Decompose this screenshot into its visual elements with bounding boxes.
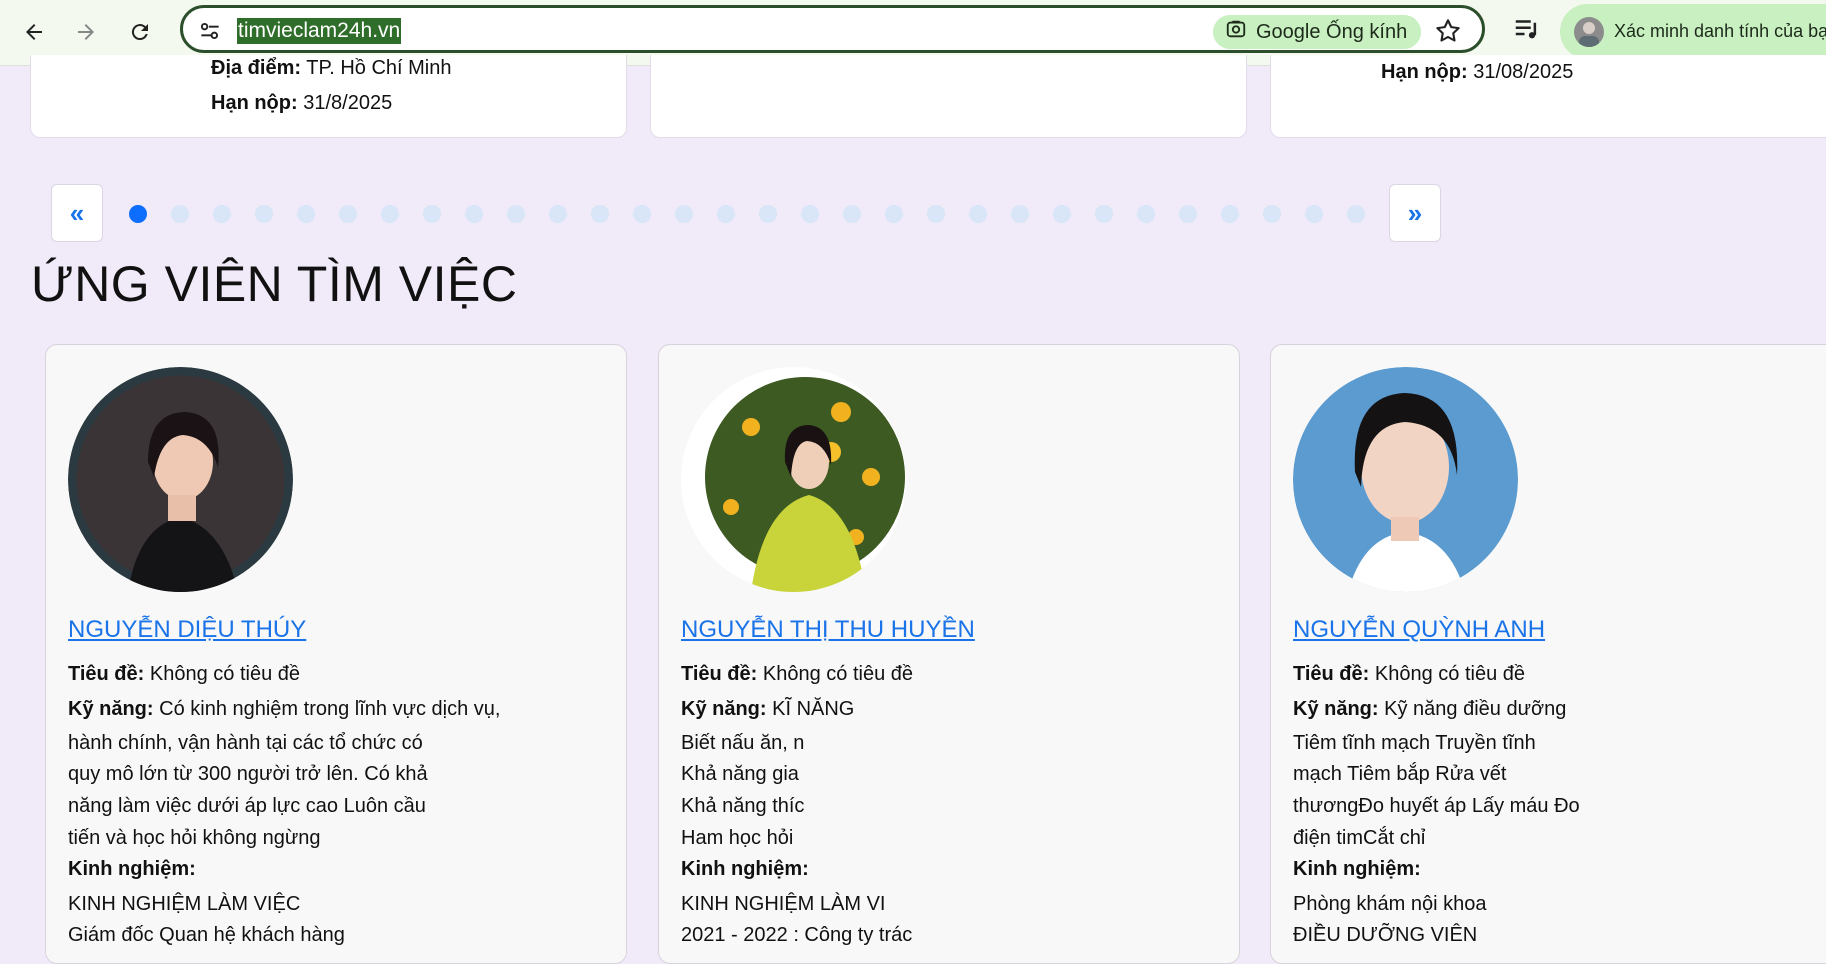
candidate-name-link[interactable]: NGUYỄN THỊ THU HUYỀN bbox=[681, 616, 975, 644]
url-text[interactable]: timvieclam24h.vn bbox=[237, 18, 402, 44]
candidate-name-link[interactable]: NGUYỄN DIỆU THÚY bbox=[68, 616, 306, 644]
site-settings-icon[interactable] bbox=[197, 18, 223, 49]
profile-label: Xác minh danh tính của bạ bbox=[1614, 21, 1826, 41]
lens-label: Google Ống kính bbox=[1256, 20, 1408, 43]
job-deadline: Hạn nộp: 31/8/2025 bbox=[211, 92, 393, 114]
candidate-title: Tiêu đề: Không có tiêu đề bbox=[68, 663, 300, 685]
exp-line: Giám đốc Quan hệ khách hàng bbox=[68, 924, 345, 946]
skill-line: Ham học hỏi bbox=[681, 827, 794, 849]
candidate-card: NGUYỄN THỊ THU HUYỀN Tiêu đề: Không có t… bbox=[658, 344, 1240, 964]
carousel-next-button[interactable]: » bbox=[1389, 184, 1441, 242]
job-deadline: Hạn nộp: 31/08/2025 bbox=[1381, 61, 1574, 83]
candidate-avatar[interactable] bbox=[681, 367, 906, 592]
carousel-dot[interactable] bbox=[1221, 205, 1239, 223]
carousel-dot[interactable] bbox=[843, 205, 861, 223]
carousel-dot[interactable] bbox=[969, 205, 987, 223]
carousel-dot[interactable] bbox=[213, 205, 231, 223]
skill-line: Tiêm tĩnh mạch Truyền tĩnh bbox=[1293, 732, 1536, 754]
carousel-dot[interactable] bbox=[171, 205, 189, 223]
carousel-dot[interactable] bbox=[549, 205, 567, 223]
candidate-card: NGUYỄN QUỲNH ANH Tiêu đề: Không có tiêu … bbox=[1270, 344, 1826, 964]
carousel-dot[interactable] bbox=[339, 205, 357, 223]
candidate-skills: Kỹ năng: Kỹ năng điều dưỡng bbox=[1293, 698, 1567, 720]
carousel-dot[interactable] bbox=[675, 205, 693, 223]
candidate-exp-label: Kinh nghiệm: bbox=[68, 858, 196, 880]
section-title: ỨNG VIÊN TÌM VIỆC bbox=[31, 256, 518, 312]
carousel-dot[interactable] bbox=[717, 205, 735, 223]
skill-line: điện timCắt chỉ bbox=[1293, 827, 1426, 849]
candidate-avatar[interactable] bbox=[68, 367, 293, 592]
carousel-dot[interactable] bbox=[507, 205, 525, 223]
lens-icon bbox=[1225, 18, 1247, 46]
google-lens-button[interactable]: Google Ống kính bbox=[1213, 15, 1422, 49]
candidate-title: Tiêu đề: Không có tiêu đề bbox=[681, 663, 913, 685]
skill-line: quy mô lớn từ 300 người trở lên. Có khả bbox=[68, 763, 428, 785]
candidate-card: NGUYỄN DIỆU THÚY Tiêu đề: Không có tiêu … bbox=[45, 344, 627, 964]
carousel-dot[interactable] bbox=[465, 205, 483, 223]
carousel-dot[interactable] bbox=[423, 205, 441, 223]
carousel-dot[interactable] bbox=[1011, 205, 1029, 223]
skill-line: hành chính, vận hành tại các tổ chức có bbox=[68, 732, 423, 754]
profile-button[interactable]: Xác minh danh tính của bạ bbox=[1560, 4, 1826, 59]
reload-icon[interactable] bbox=[122, 14, 158, 50]
exp-line: ĐIỀU DƯỠNG VIÊN bbox=[1293, 924, 1478, 946]
carousel-dot[interactable] bbox=[927, 205, 945, 223]
carousel-dot[interactable] bbox=[1053, 205, 1071, 223]
skill-line: tiến và học hỏi không ngừng bbox=[68, 827, 321, 849]
candidate-title: Tiêu đề: Không có tiêu đề bbox=[1293, 663, 1525, 685]
skill-line: thươngĐo huyết áp Lấy máu Đo bbox=[1293, 795, 1580, 817]
carousel-dot[interactable] bbox=[1347, 205, 1365, 223]
skill-line: Biết nấu ăn, n bbox=[681, 732, 805, 754]
forward-icon[interactable] bbox=[68, 14, 104, 50]
candidate-skills: Kỹ năng: KĨ NĂNG bbox=[681, 698, 855, 720]
carousel-dot[interactable] bbox=[255, 205, 273, 223]
carousel-dot[interactable] bbox=[885, 205, 903, 223]
exp-line: KINH NGHIỆM LÀM VI bbox=[681, 893, 886, 915]
carousel-dot[interactable] bbox=[591, 205, 609, 223]
carousel-dot[interactable] bbox=[297, 205, 315, 223]
carousel-dot[interactable] bbox=[1263, 205, 1281, 223]
job-card[interactable]: Địa điểm: TP. Hồ Chí Minh Hạn nộp: 31/8/… bbox=[30, 55, 627, 138]
candidate-exp-label: Kinh nghiệm: bbox=[681, 858, 809, 880]
carousel-dot[interactable] bbox=[381, 205, 399, 223]
candidate-exp-label: Kinh nghiệm: bbox=[1293, 858, 1421, 880]
skill-line: mạch Tiêm bắp Rửa vết bbox=[1293, 763, 1507, 785]
skill-line: Khả năng gia bbox=[681, 763, 799, 785]
exp-line: Phòng khám nội khoa bbox=[1293, 893, 1487, 915]
candidate-name-link[interactable]: NGUYỄN QUỲNH ANH bbox=[1293, 616, 1545, 644]
carousel-dot[interactable] bbox=[633, 205, 651, 223]
candidate-avatar[interactable] bbox=[1293, 367, 1518, 592]
job-card[interactable]: Hạn nộp: 31/08/2025 bbox=[1270, 55, 1826, 138]
exp-line: KINH NGHIỆM LÀM VIỆC bbox=[68, 893, 301, 915]
carousel-prev-button[interactable]: « bbox=[51, 184, 103, 242]
profile-avatar-icon bbox=[1574, 16, 1604, 47]
back-icon[interactable] bbox=[16, 14, 52, 50]
job-card[interactable] bbox=[650, 55, 1247, 138]
job-location: Địa điểm: TP. Hồ Chí Minh bbox=[211, 57, 452, 79]
carousel-dot[interactable] bbox=[1137, 205, 1155, 223]
carousel-dot[interactable] bbox=[129, 205, 147, 223]
media-control-icon[interactable] bbox=[1512, 14, 1548, 50]
carousel-dot[interactable] bbox=[801, 205, 819, 223]
carousel-dot[interactable] bbox=[1179, 205, 1197, 223]
candidate-skills: Kỹ năng: Có kinh nghiệm trong lĩnh vực d… bbox=[68, 698, 501, 720]
skill-line: năng làm việc dưới áp lực cao Luôn cầu bbox=[68, 795, 426, 817]
bookmark-star-icon[interactable] bbox=[1433, 16, 1463, 46]
skill-line: Khả năng thíc bbox=[681, 795, 805, 817]
exp-line: 2021 - 2022 : Công ty trác bbox=[681, 924, 913, 946]
carousel-dot[interactable] bbox=[1095, 205, 1113, 223]
carousel-dot[interactable] bbox=[1305, 205, 1323, 223]
address-bar[interactable]: timvieclam24h.vn Google Ống kính bbox=[180, 5, 1485, 53]
carousel-dot[interactable] bbox=[759, 205, 777, 223]
